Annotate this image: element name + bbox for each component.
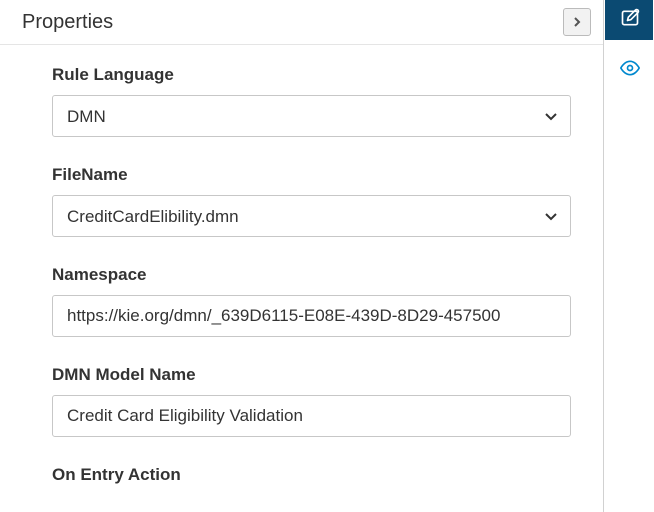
label-file-name: FileName [52, 165, 571, 185]
label-namespace: Namespace [52, 265, 571, 285]
select-file-name[interactable]: CreditCardElibility.dmn [52, 195, 571, 237]
field-rule-language: Rule Language DMN [52, 65, 571, 137]
properties-form: Rule Language DMN FileName CreditCardEli… [0, 45, 603, 512]
collapse-panel-button[interactable] [563, 8, 591, 36]
chevron-right-icon [572, 15, 582, 30]
preview-tab-button[interactable] [605, 50, 653, 90]
panel-title: Properties [22, 11, 113, 34]
label-rule-language: Rule Language [52, 65, 571, 85]
panel-header: Properties [0, 0, 603, 45]
eye-icon [620, 58, 640, 83]
edit-icon [620, 8, 640, 33]
select-rule-language-wrapper: DMN [52, 95, 571, 137]
properties-panel: Properties Rule Language DMN [0, 0, 654, 512]
select-file-name-wrapper: CreditCardElibility.dmn [52, 195, 571, 237]
field-dmn-model-name: DMN Model Name [52, 365, 571, 437]
right-sidebar [604, 0, 654, 512]
label-on-entry-action: On Entry Action [52, 465, 571, 485]
label-dmn-model-name: DMN Model Name [52, 365, 571, 385]
field-namespace: Namespace [52, 265, 571, 337]
input-namespace[interactable] [52, 295, 571, 337]
properties-main: Properties Rule Language DMN [0, 0, 604, 512]
select-rule-language[interactable]: DMN [52, 95, 571, 137]
edit-tab-button[interactable] [605, 0, 653, 40]
input-dmn-model-name[interactable] [52, 395, 571, 437]
field-on-entry-action: On Entry Action [52, 465, 571, 485]
field-file-name: FileName CreditCardElibility.dmn [52, 165, 571, 237]
